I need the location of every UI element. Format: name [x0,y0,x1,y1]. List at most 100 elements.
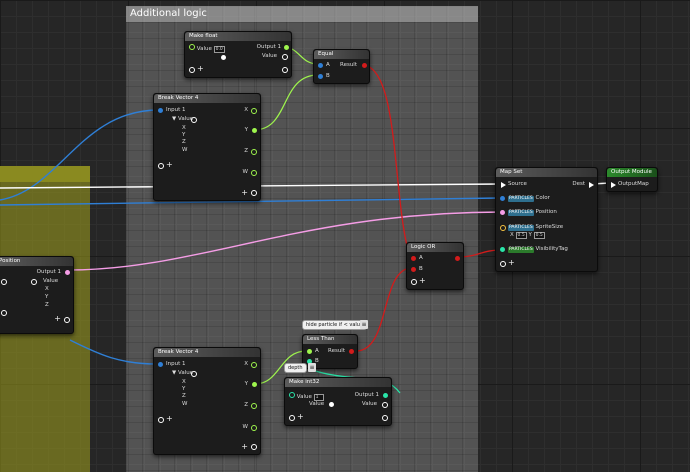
add-pin-icon[interactable]: + [166,161,173,169]
value-dot-icon[interactable] [329,402,334,407]
comment-bubble-hide[interactable]: hide particle if < value [302,320,368,330]
comment-title[interactable]: Additional logic [126,6,478,22]
node-break-vector-top[interactable]: Break Vector 4 Input 1 X ▼ Value X Y Z W… [153,93,261,201]
node-make-float[interactable]: Make float Value 0.0 Output 1 Value + [184,31,292,78]
exec-out-pin-icon[interactable] [382,415,388,421]
output-pin-icon[interactable] [383,393,388,398]
position-pin-icon[interactable] [500,210,505,215]
node-title: Less Than [303,335,357,344]
comment-title [0,166,90,182]
node-title: Break Vector 4 [154,348,260,357]
output-label: Output 1 [256,44,281,50]
x-label: X [182,379,186,385]
value-row: ▼ Value [172,116,193,123]
value-field[interactable]: 0.0 [213,46,225,53]
integer-pin-icon[interactable] [289,392,295,398]
dest-exec-pin-icon[interactable] [589,182,594,188]
value-out-pin-icon[interactable] [282,54,288,60]
x-out-label: X [244,107,248,113]
b-pin-icon[interactable] [318,74,323,79]
node-title: Make float [185,32,291,41]
y-out-pin-icon[interactable] [252,128,257,133]
exec-in-pin-icon[interactable] [158,417,164,423]
add-pin-icon[interactable]: + [297,413,304,421]
input-pin-icon[interactable] [158,362,163,367]
add-pin-icon[interactable]: + [197,65,204,73]
result-pin-icon[interactable] [362,63,367,68]
result-label: Result [340,62,357,68]
exec-in-pin-icon[interactable] [411,279,417,285]
add-pin-icon[interactable]: + [508,259,515,267]
exec-out-pin-icon[interactable] [282,67,288,73]
output-pin-icon[interactable] [65,270,70,275]
dest-label: Dest [572,181,585,187]
value-out-pin-icon[interactable] [31,279,37,285]
node-map-set[interactable]: Map Set Source Dest PARTICLES Color PART… [495,167,598,272]
y-out-pin-icon[interactable] [252,382,257,387]
add-pin-icon[interactable]: + [241,443,248,451]
value-out-label: Value [261,53,277,59]
exec-out-pin-icon[interactable] [251,444,257,450]
particles-tag: PARTICLES [508,225,534,231]
z-label: Z [182,393,186,399]
source-exec-pin-icon[interactable] [501,182,506,188]
color-pin-icon[interactable] [500,196,505,201]
bubble-close-icon[interactable]: ≡ [360,320,368,329]
x-out-label: X [244,361,248,367]
exec-in-pin-icon[interactable] [1,310,7,316]
value-dot-icon[interactable] [221,55,226,60]
a-pin-icon[interactable] [411,256,416,261]
z-label: Z [182,139,186,145]
output-label: Output 1 [36,269,61,275]
exec-in-pin-icon[interactable] [500,261,506,267]
size-x-label: X [510,232,514,238]
node-equal[interactable]: Equal A Result B [313,49,370,84]
z-out-label: Z [244,402,248,408]
exec-in-pin-icon[interactable] [189,67,195,73]
b-pin-icon[interactable] [411,267,416,272]
visibility-pin-icon[interactable] [500,247,505,252]
node-output-module[interactable]: Output Module OutputMap [606,167,658,192]
w-out-pin-icon[interactable] [251,425,257,431]
float-pin-icon[interactable] [189,44,195,50]
add-pin-icon[interactable]: + [419,277,426,285]
exec-out-pin-icon[interactable] [251,190,257,196]
z-out-pin-icon[interactable] [251,149,257,155]
result-pin-icon[interactable] [349,349,354,354]
y-out-label: Y [244,127,248,133]
input-pin-icon[interactable] [158,108,163,113]
bubble-close-icon[interactable]: ≡ [308,363,316,372]
exec-in-pin-icon[interactable] [158,163,164,169]
y-label: Y [182,132,186,138]
exec-out-pin-icon[interactable] [64,317,70,323]
a-pin-icon[interactable] [307,349,312,354]
node-make-int32[interactable]: Make int32 Value 1 Output 1 Value Value … [284,377,392,426]
a-pin-icon[interactable] [318,63,323,68]
value-in-pin-icon[interactable] [1,279,7,285]
output-map-pin-icon[interactable] [611,182,616,188]
value-field[interactable]: 1 [313,394,324,401]
node-position[interactable]: Position Output 1 Value X Y Z + [0,256,74,334]
size-x-field[interactable]: 0.5 [515,232,527,239]
size-y-field[interactable]: 0.5 [533,232,545,239]
size-pin-icon[interactable] [500,225,506,231]
w-out-pin-icon[interactable] [251,170,257,176]
value-out-pin-icon[interactable] [382,402,388,408]
value-pin-icon[interactable] [191,371,197,377]
add-pin-icon[interactable]: + [241,189,248,197]
comment-bubble-depth[interactable]: depth [284,363,307,373]
particles-tag: PARTICLES [508,210,534,216]
output-pin-icon[interactable] [284,45,289,50]
node-title: Equal [314,50,369,59]
node-break-vector-bottom[interactable]: Break Vector 4 Input 1 X ▼ Value X Y Z W… [153,347,261,455]
particles-tag: PARTICLES [508,247,534,253]
x-out-pin-icon[interactable] [251,362,257,368]
z-out-pin-icon[interactable] [251,403,257,409]
x-out-pin-icon[interactable] [251,108,257,114]
node-logic-or[interactable]: Logic OR A B + [406,242,464,290]
value-pin-icon[interactable] [191,117,197,123]
exec-in-pin-icon[interactable] [289,415,295,421]
result-pin-icon[interactable] [455,256,460,261]
add-pin-icon[interactable]: + [54,315,61,323]
add-pin-icon[interactable]: + [166,415,173,423]
